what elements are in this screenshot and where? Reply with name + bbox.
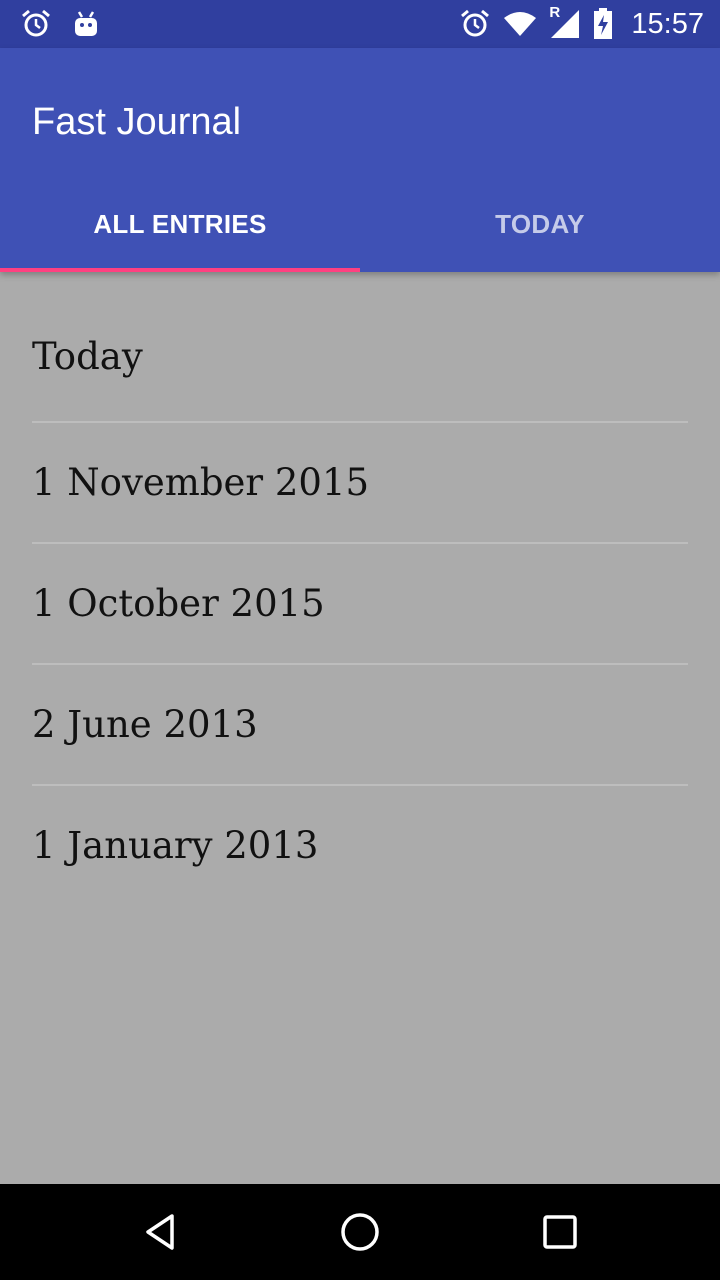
cell-signal-roaming-icon: R <box>549 4 581 40</box>
android-icon <box>72 9 100 39</box>
entry-list: Today 1 November 2015 1 October 2015 2 J… <box>0 272 720 905</box>
list-item-label: 1 November 2015 <box>32 461 370 504</box>
status-time: 15:57 <box>631 7 704 40</box>
list-item-label: Today <box>32 335 143 378</box>
list-item-label: 1 October 2015 <box>32 582 325 625</box>
home-icon <box>339 1211 381 1253</box>
tab-bar: ALL ENTRIES TODAY <box>0 176 720 272</box>
navigation-bar <box>0 1184 720 1280</box>
status-left-icons <box>20 8 100 40</box>
recents-icon <box>541 1213 579 1251</box>
status-bar: R 15:57 <box>0 0 720 48</box>
list-item[interactable]: 1 January 2013 <box>32 786 688 905</box>
battery-charging-icon <box>593 8 613 40</box>
tab-all-entries-label: ALL ENTRIES <box>93 208 267 239</box>
list-item-label: 1 January 2013 <box>32 824 319 867</box>
status-right-icons: R 15:57 <box>459 0 704 48</box>
tab-all-entries[interactable]: ALL ENTRIES <box>0 176 360 272</box>
app-title: Fast Journal <box>32 101 242 143</box>
back-icon <box>140 1212 180 1252</box>
wifi-icon <box>503 10 537 38</box>
tab-today-label: TODAY <box>495 208 585 239</box>
list-item[interactable]: 1 November 2015 <box>32 423 688 544</box>
roaming-label: R <box>549 4 561 21</box>
recents-button[interactable] <box>536 1208 584 1256</box>
alarm-icon <box>459 8 491 40</box>
list-item[interactable]: 1 October 2015 <box>32 544 688 665</box>
app-bar: Fast Journal ALL ENTRIES TODAY <box>0 48 720 272</box>
home-button[interactable] <box>336 1208 384 1256</box>
alarm-icon <box>20 8 52 40</box>
tab-today[interactable]: TODAY <box>360 176 720 272</box>
back-button[interactable] <box>136 1208 184 1256</box>
screen: R 15:57 Fast Journal ALL ENTRIES TODAY T… <box>0 0 720 1280</box>
list-item-today[interactable]: Today <box>32 272 688 423</box>
list-item[interactable]: 2 June 2013 <box>32 665 688 786</box>
list-item-label: 2 June 2013 <box>32 703 258 746</box>
